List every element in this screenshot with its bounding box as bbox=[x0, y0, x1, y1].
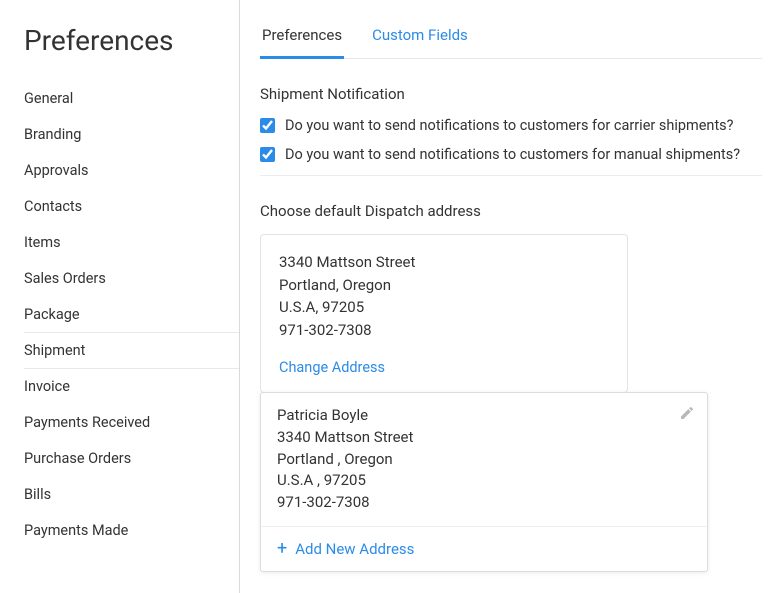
change-address-link[interactable]: Change Address bbox=[279, 359, 385, 376]
default-dispatch-address-card: 3340 Mattson Street Portland, Oregon U.S… bbox=[260, 234, 628, 393]
divider bbox=[260, 175, 762, 176]
add-new-address-label: Add New Address bbox=[295, 540, 414, 558]
shipment-notification-title: Shipment Notification bbox=[260, 85, 762, 103]
sidebar-item-label: Sales Orders bbox=[24, 270, 106, 287]
address-line: Portland , Oregon bbox=[277, 449, 691, 471]
sidebar-item-label: Package bbox=[24, 306, 80, 323]
sidebar-item-label: Invoice bbox=[24, 378, 70, 395]
address-line: U.S.A, 97205 bbox=[279, 296, 609, 319]
sidebar-item-label: Approvals bbox=[24, 162, 89, 179]
plus-icon: + bbox=[277, 540, 287, 558]
address-option[interactable]: Patricia Boyle 3340 Mattson Street Portl… bbox=[261, 393, 707, 527]
manual-notification-label: Do you want to send notifications to cus… bbox=[285, 146, 740, 163]
sidebar-item-contacts[interactable]: Contacts bbox=[24, 189, 239, 225]
sidebar-item-label: Contacts bbox=[24, 198, 82, 215]
carrier-notification-label: Do you want to send notifications to cus… bbox=[285, 117, 734, 134]
sidebar-item-invoice[interactable]: Invoice bbox=[24, 369, 239, 405]
tab-custom-fields[interactable]: Custom Fields bbox=[370, 20, 470, 59]
address-line: Portland, Oregon bbox=[279, 274, 609, 297]
carrier-notification-checkbox[interactable] bbox=[260, 118, 275, 133]
preferences-sidebar: Preferences General Branding Approvals C… bbox=[0, 0, 240, 593]
sidebar-item-label: Payments Made bbox=[24, 522, 128, 539]
sidebar-item-label: Purchase Orders bbox=[24, 450, 131, 467]
sidebar-item-sales-orders[interactable]: Sales Orders bbox=[24, 261, 239, 297]
address-line: 971-302-7308 bbox=[279, 319, 609, 342]
page-title: Preferences bbox=[24, 24, 239, 71]
manual-notification-checkbox[interactable] bbox=[260, 147, 275, 162]
address-line: 971-302-7308 bbox=[277, 492, 691, 514]
sidebar-item-items[interactable]: Items bbox=[24, 225, 239, 261]
tab-label: Custom Fields bbox=[372, 26, 468, 44]
manual-notification-row[interactable]: Do you want to send notifications to cus… bbox=[260, 146, 762, 163]
address-line: U.S.A , 97205 bbox=[277, 470, 691, 492]
sidebar-item-general[interactable]: General bbox=[24, 81, 239, 117]
sidebar-item-label: Branding bbox=[24, 126, 81, 143]
sidebar-item-shipment[interactable]: Shipment bbox=[24, 333, 239, 369]
tab-bar: Preferences Custom Fields bbox=[260, 20, 762, 59]
dispatch-address-title: Choose default Dispatch address bbox=[260, 202, 762, 220]
sidebar-item-bills[interactable]: Bills bbox=[24, 477, 239, 513]
sidebar-item-label: Bills bbox=[24, 486, 51, 503]
address-line: 3340 Mattson Street bbox=[277, 427, 691, 449]
address-name: Patricia Boyle bbox=[277, 405, 691, 427]
sidebar-item-purchase-orders[interactable]: Purchase Orders bbox=[24, 441, 239, 477]
address-line: 3340 Mattson Street bbox=[279, 251, 609, 274]
sidebar-item-approvals[interactable]: Approvals bbox=[24, 153, 239, 189]
main-content: Preferences Custom Fields Shipment Notif… bbox=[240, 0, 782, 593]
tab-preferences[interactable]: Preferences bbox=[260, 20, 344, 59]
sidebar-item-payments-made[interactable]: Payments Made bbox=[24, 513, 239, 549]
sidebar-item-label: Items bbox=[24, 234, 61, 251]
edit-icon[interactable] bbox=[679, 405, 695, 421]
sidebar-item-branding[interactable]: Branding bbox=[24, 117, 239, 153]
sidebar-item-label: Payments Received bbox=[24, 414, 150, 431]
tab-label: Preferences bbox=[262, 26, 342, 44]
sidebar-item-label: Shipment bbox=[24, 342, 85, 359]
sidebar-item-label: General bbox=[24, 90, 73, 107]
add-new-address-button[interactable]: + Add New Address bbox=[261, 527, 707, 571]
address-dropdown: Patricia Boyle 3340 Mattson Street Portl… bbox=[260, 392, 708, 572]
sidebar-item-payments-received[interactable]: Payments Received bbox=[24, 405, 239, 441]
sidebar-item-package[interactable]: Package bbox=[24, 297, 239, 333]
carrier-notification-row[interactable]: Do you want to send notifications to cus… bbox=[260, 117, 762, 134]
